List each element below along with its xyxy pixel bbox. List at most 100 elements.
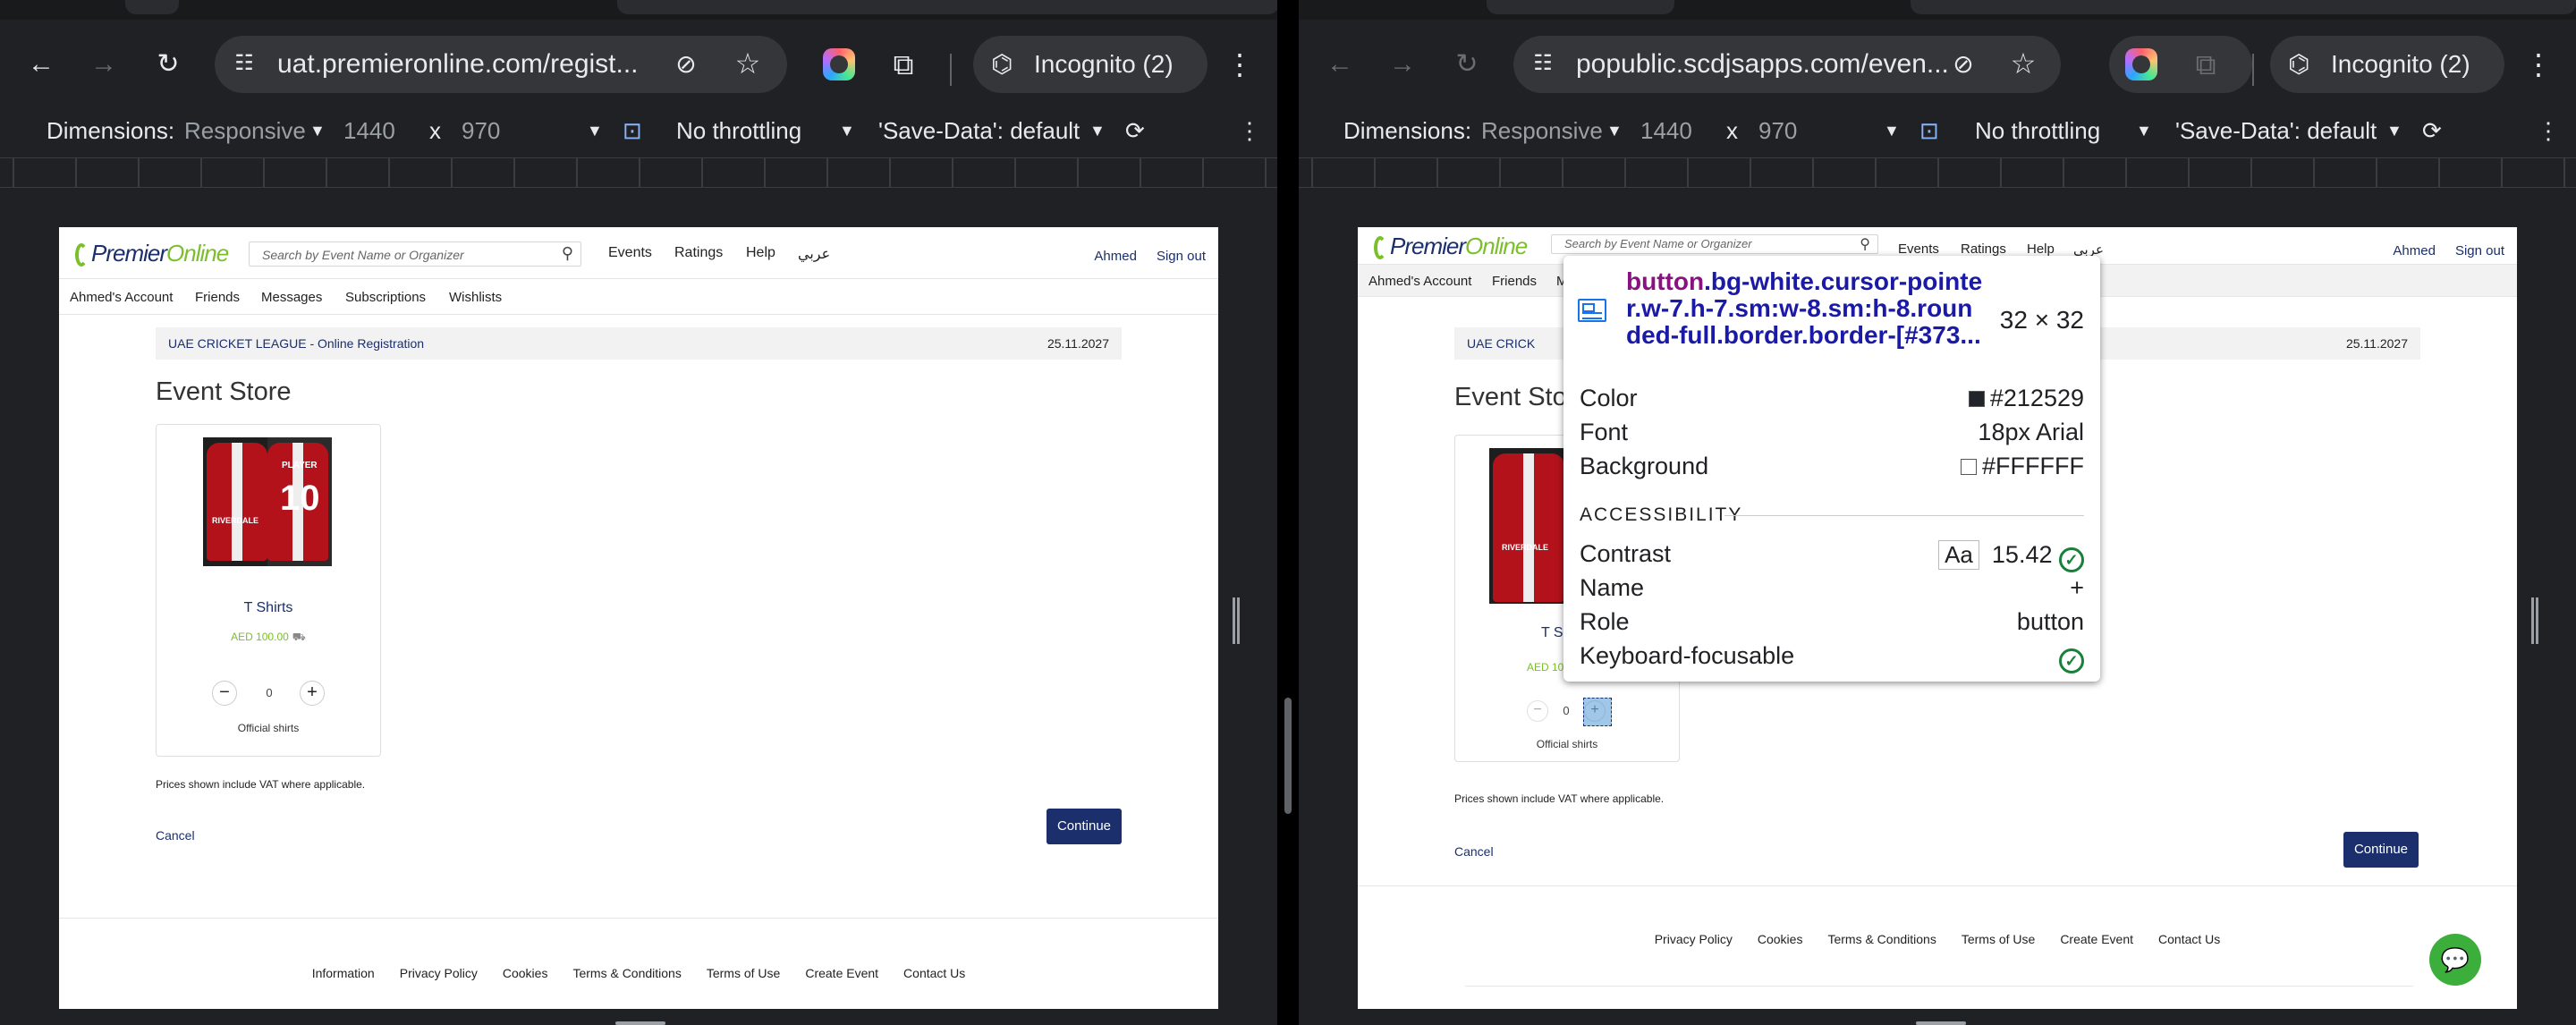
product-name[interactable]: T Shirts [157, 600, 380, 616]
footer-link[interactable]: Create Event [805, 966, 878, 980]
bottom-resize-handle[interactable] [1916, 1021, 1966, 1025]
increase-quantity-button[interactable]: + [300, 681, 325, 706]
event-name-link[interactable]: UAE CRICKET LEAGUE - Online Registration [168, 336, 424, 351]
throttling-select[interactable]: No throttling [676, 116, 801, 145]
footer-link[interactable]: Contact Us [2158, 932, 2220, 946]
tab[interactable] [617, 0, 1277, 14]
site-info-icon[interactable]: ☷ [231, 50, 258, 77]
viewport-width-input[interactable]: 1440 [343, 116, 395, 145]
site-info-icon[interactable]: ☷ [1530, 50, 1556, 77]
tab[interactable] [1911, 0, 2576, 14]
site-search-input[interactable]: Search by Event Name or Organizer ⚲ [1551, 234, 1878, 254]
signout-link[interactable]: Sign out [1157, 249, 1206, 264]
user-name-link[interactable]: Ahmed [2393, 243, 2436, 258]
color-picker-extension-icon[interactable] [823, 48, 855, 80]
color-picker-extension-icon[interactable] [2125, 48, 2157, 80]
search-icon[interactable]: ⚲ [562, 244, 573, 263]
save-data-select[interactable]: 'Save-Data': default [878, 116, 1080, 145]
bookmark-star-icon[interactable]: ☆ [2007, 47, 2039, 80]
viewport-width-input[interactable]: 1440 [1640, 116, 1692, 145]
reload-icon[interactable]: ↻ [148, 45, 188, 84]
browser-menu-icon[interactable]: ⋮ [2524, 45, 2553, 84]
footer-link[interactable]: Cookies [1758, 932, 1803, 946]
footer-link[interactable]: Cookies [503, 966, 548, 980]
footer-link[interactable]: Create Event [2060, 932, 2133, 946]
tab[interactable] [125, 0, 179, 14]
site-logo[interactable]: PremierOnline [1374, 231, 1528, 261]
continue-button[interactable]: Continue [2343, 832, 2419, 868]
nav-help[interactable]: Help [746, 245, 775, 261]
viewport-resize-handle[interactable] [2531, 597, 2538, 644]
forward-icon[interactable]: → [84, 45, 123, 84]
auto-adjust-zoom-icon[interactable]: ⊡ [1919, 116, 1939, 145]
bottom-resize-handle[interactable] [615, 1021, 665, 1025]
device-mode-select[interactable]: Responsive [1481, 116, 1603, 145]
browser-menu-icon[interactable]: ⋮ [1225, 45, 1254, 84]
nav-events[interactable]: Events [1898, 241, 1939, 257]
decrease-quantity-button[interactable]: − [1527, 700, 1548, 722]
rotate-icon[interactable]: ⟳ [2422, 116, 2442, 145]
subnav-subscriptions[interactable]: Subscriptions [345, 290, 426, 305]
extensions-puzzle-icon[interactable]: ⧉ [2190, 48, 2222, 80]
nav-ratings[interactable]: Ratings [1961, 241, 2006, 257]
auto-adjust-zoom-icon[interactable]: ⊡ [623, 116, 642, 145]
subnav-account[interactable]: Ahmed's Account [1368, 274, 1471, 289]
back-icon[interactable]: ← [1320, 45, 1360, 84]
device-toolbar-menu-icon[interactable]: ⋮ [1238, 116, 1261, 145]
nav-ratings[interactable]: Ratings [674, 245, 723, 261]
throttling-select[interactable]: No throttling [1975, 116, 2100, 145]
viewport-resize-handle[interactable] [1233, 597, 1240, 644]
device-toolbar-menu-icon[interactable]: ⋮ [2537, 116, 2560, 145]
continue-button[interactable]: Continue [1046, 809, 1122, 844]
footer-link[interactable]: Terms of Use [707, 966, 780, 980]
search-icon[interactable]: ⚲ [1860, 235, 1870, 253]
save-data-select[interactable]: 'Save-Data': default [2175, 116, 2377, 145]
nav-language[interactable]: عربي [798, 245, 830, 263]
footer-link[interactable]: Terms & Conditions [1827, 932, 1936, 946]
subnav-friends[interactable]: Friends [195, 290, 240, 305]
footer-divider [59, 918, 1218, 919]
subnav-friends[interactable]: Friends [1492, 274, 1537, 289]
window-scrollbar[interactable] [1284, 698, 1292, 814]
footer-link[interactable]: Contact Us [903, 966, 965, 980]
event-name-link[interactable]: UAE CRICK [1467, 336, 1535, 351]
reload-icon[interactable]: ↻ [1447, 45, 1487, 84]
window-divider [1277, 0, 1299, 1025]
nav-help[interactable]: Help [2027, 241, 2055, 257]
footer-link[interactable]: Terms & Conditions [572, 966, 681, 980]
extensions-puzzle-icon[interactable]: ⧉ [887, 48, 919, 80]
subnav-wishlists[interactable]: Wishlists [449, 290, 502, 305]
rotate-icon[interactable]: ⟳ [1125, 116, 1145, 145]
footer-link[interactable]: Terms of Use [1962, 932, 2035, 946]
user-name-link[interactable]: Ahmed [1094, 249, 1137, 264]
incognito-icon: ⌬ [991, 50, 1013, 78]
decrease-quantity-button[interactable]: − [212, 681, 237, 706]
back-icon[interactable]: ← [21, 45, 61, 84]
address-bar[interactable]: ☷ uat.premieronline.com/regist... ⊘ ☆ [215, 36, 787, 93]
tracking-protection-icon[interactable]: ⊘ [1946, 48, 1980, 80]
forward-icon[interactable]: → [1383, 45, 1422, 84]
footer-link[interactable]: Privacy Policy [400, 966, 478, 980]
address-bar[interactable]: ☷ popublic.scdjsapps.com/even... ⊘ ☆ [1513, 36, 2061, 93]
footer-link[interactable]: Information [312, 966, 375, 980]
footer-link[interactable]: Privacy Policy [1655, 932, 1733, 946]
bookmark-star-icon[interactable]: ☆ [732, 47, 764, 80]
signout-link[interactable]: Sign out [2455, 243, 2504, 258]
subnav-messages[interactable]: Messages [261, 290, 322, 305]
tracking-protection-icon[interactable]: ⊘ [669, 48, 703, 80]
incognito-indicator[interactable]: ⌬ Incognito (2) [973, 36, 1208, 93]
name-value: + [2070, 574, 2084, 601]
chat-widget-icon[interactable]: 💬 [2429, 934, 2481, 986]
cancel-link[interactable]: Cancel [1454, 844, 1494, 859]
incognito-indicator[interactable]: ⌬ Incognito (2) [2270, 36, 2504, 93]
subnav-account[interactable]: Ahmed's Account [70, 290, 173, 305]
viewport-height-input[interactable]: 970 [462, 116, 500, 145]
tab[interactable] [1487, 0, 1674, 14]
site-logo[interactable]: PremierOnline [75, 238, 229, 268]
nav-events[interactable]: Events [608, 245, 652, 261]
viewport-height-input[interactable]: 970 [1758, 116, 1797, 145]
cancel-link[interactable]: Cancel [156, 828, 195, 843]
device-mode-select[interactable]: Responsive [184, 116, 306, 145]
site-search-input[interactable]: Search by Event Name or Organizer ⚲ [249, 241, 581, 267]
product-image[interactable]: RIVERDALE PLAYER 10 [203, 437, 332, 566]
